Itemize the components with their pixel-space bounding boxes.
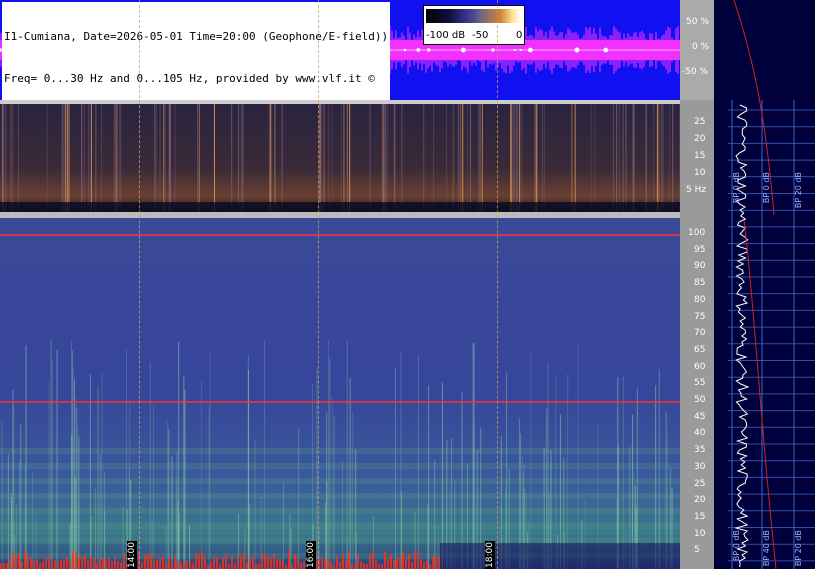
high-frequency-tick: 5 bbox=[694, 545, 700, 556]
spectrogram-low-image bbox=[0, 104, 680, 212]
high-frequency-tick: 55 bbox=[694, 378, 706, 389]
high-frequency-tick: 30 bbox=[694, 461, 706, 472]
high-frequency-tick: 15 bbox=[694, 511, 706, 522]
high-frequency-tick: 95 bbox=[694, 244, 706, 255]
bp-label: BP 20 dB bbox=[794, 172, 803, 209]
spectrogram-low-frequency bbox=[0, 104, 680, 212]
high-frequency-tick: 90 bbox=[694, 261, 706, 272]
time-label: 16:00 bbox=[306, 541, 316, 569]
high-frequency-tick: 100 bbox=[688, 228, 706, 238]
color-scale-legend: -100 dB -50 0 bbox=[423, 5, 525, 45]
high-frequency-tick: 75 bbox=[694, 311, 706, 322]
low-frequency-tick: 25 bbox=[694, 117, 706, 127]
station-caption: I1-Cumiana, Date=2026-05-01 Time=20:00 (… bbox=[2, 2, 391, 100]
spectrum-side-panel: BP 0 dB BP 0 dB BP 20 dB BP 0 dB BP 40 d… bbox=[714, 0, 815, 569]
high-frequency-tick: 45 bbox=[694, 411, 706, 422]
caption-line-2: Freq= 0...30 Hz and 0...105 Hz, provided… bbox=[4, 72, 375, 85]
color-scale-mid: -50 bbox=[472, 30, 489, 41]
bp-label: BP 0 dB bbox=[762, 172, 771, 204]
waveform-tick: 50 % bbox=[686, 17, 709, 27]
high-frequency-tick: 80 bbox=[694, 294, 706, 305]
high-frequency-tick: 40 bbox=[694, 428, 706, 439]
low-frequency-tick: 20 bbox=[694, 134, 706, 144]
time-label: 14:00 bbox=[127, 541, 137, 569]
time-marker-line bbox=[497, 0, 498, 569]
low-frequency-tick: 10 bbox=[694, 168, 706, 178]
time-marker-line bbox=[318, 0, 319, 569]
time-label: 18:00 bbox=[485, 541, 495, 569]
caption-line-1: I1-Cumiana, Date=2026-05-01 Time=20:00 (… bbox=[4, 30, 389, 43]
time-marker-line bbox=[139, 0, 140, 569]
bp-label: BP 0 dB bbox=[732, 172, 741, 204]
spectrogram-high-frequency bbox=[0, 218, 680, 569]
spectrum-plot bbox=[728, 0, 815, 569]
low-frequency-axis: 25 20 15 10 5 Hz bbox=[680, 100, 714, 218]
high-frequency-tick: 35 bbox=[694, 445, 706, 456]
color-scale-gradient bbox=[426, 9, 521, 23]
spectrogram-high-image bbox=[0, 218, 680, 569]
high-frequency-tick: 70 bbox=[694, 328, 706, 339]
high-frequency-tick: 50 bbox=[694, 395, 706, 405]
high-frequency-axis: 100 95 90 85 80 75 70 65 60 55 50 45 40 35 30 25 20 15 10 5 bbox=[680, 218, 714, 569]
bp-label: BP 0 dB bbox=[732, 530, 741, 562]
high-frequency-tick: 10 bbox=[694, 528, 706, 539]
low-frequency-tick: 15 bbox=[694, 151, 706, 161]
waveform-axis: 50 % 0 % -50 % bbox=[680, 0, 714, 100]
waveform-tick: -50 % bbox=[682, 67, 709, 77]
bp-label: BP 20 dB bbox=[794, 530, 803, 567]
color-scale-min: -100 dB bbox=[426, 30, 466, 41]
high-frequency-tick: 85 bbox=[694, 278, 706, 289]
bp-label: BP 40 dB bbox=[762, 530, 771, 567]
high-frequency-tick: 60 bbox=[694, 361, 706, 372]
high-frequency-tick: 25 bbox=[694, 478, 706, 489]
color-scale-max: 0 bbox=[516, 30, 523, 41]
waveform-panel: I1-Cumiana, Date=2026-05-01 Time=20:00 (… bbox=[0, 0, 680, 100]
high-frequency-tick: 65 bbox=[694, 344, 706, 355]
high-frequency-tick: 20 bbox=[694, 495, 706, 506]
low-frequency-tick: 5 Hz bbox=[686, 185, 707, 195]
waveform-tick: 0 % bbox=[692, 42, 710, 52]
